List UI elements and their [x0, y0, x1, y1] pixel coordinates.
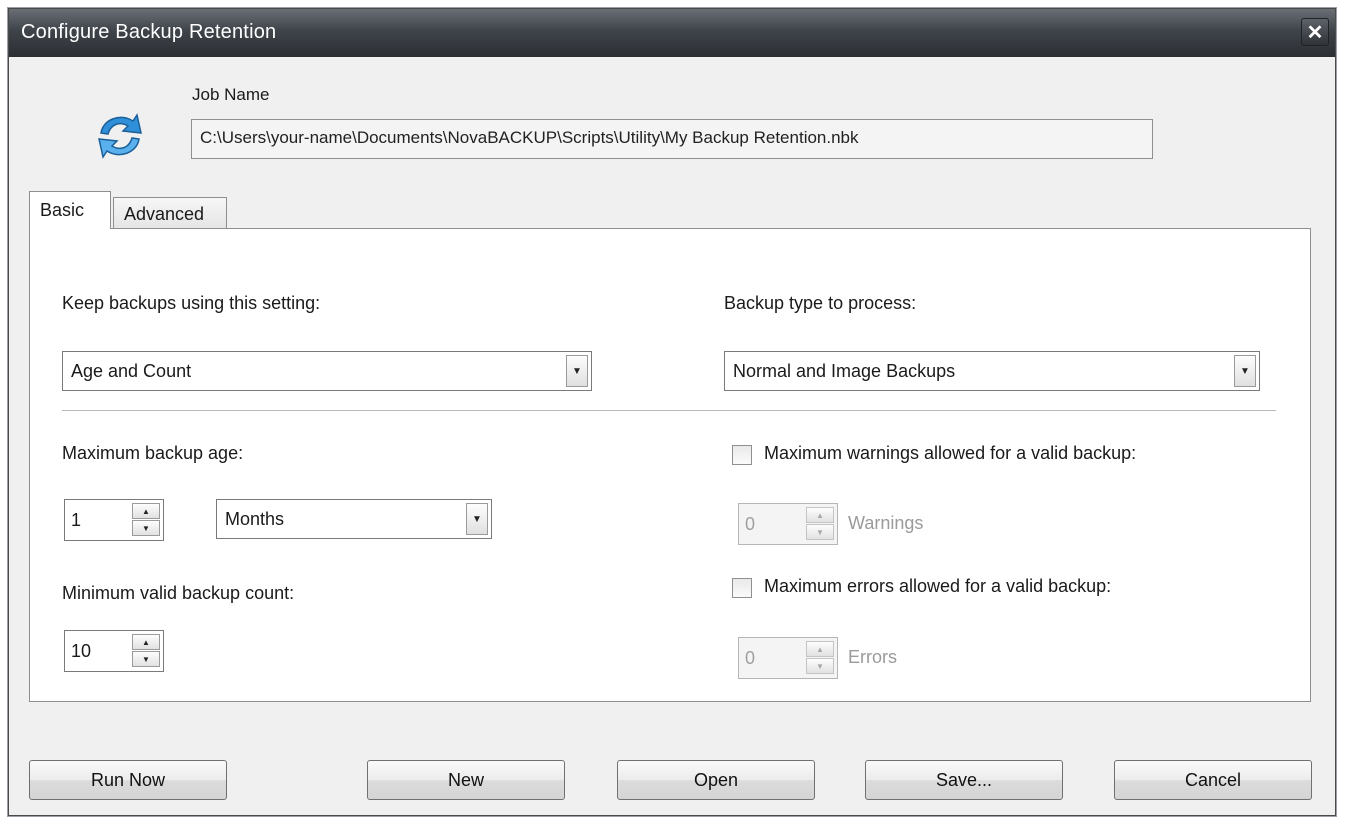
- basic-tab-panel: Keep backups using this setting: Age and…: [29, 228, 1311, 702]
- tab-basic[interactable]: Basic: [29, 191, 111, 229]
- warnings-unit-label: Warnings: [848, 513, 924, 533]
- max-errors-label: Maximum errors allowed for a valid backu…: [764, 576, 1112, 596]
- spin-down-icon[interactable]: ▼: [806, 658, 834, 674]
- window-title: Configure Backup Retention: [21, 21, 277, 43]
- chevron-down-icon[interactable]: ▼: [566, 355, 588, 387]
- title-bar[interactable]: Configure Backup Retention ✕: [9, 9, 1335, 58]
- spin-down-icon[interactable]: ▼: [806, 524, 834, 540]
- max-age-stepper[interactable]: 1 ▲ ▼: [64, 499, 164, 541]
- warnings-stepper[interactable]: 0 ▲ ▼: [738, 503, 838, 545]
- backup-type-label: Backup type to process:: [724, 293, 917, 313]
- dialog-body: Job Name C:\Users\your-name\Documents\No…: [9, 57, 1335, 815]
- spin-up-icon[interactable]: ▲: [132, 503, 160, 519]
- min-count-value: 10: [71, 641, 92, 661]
- keep-setting-value: Age and Count: [71, 360, 192, 381]
- job-name-field[interactable]: C:\Users\your-name\Documents\NovaBACKUP\…: [191, 119, 1153, 159]
- warnings-value: 0: [745, 514, 756, 534]
- spin-down-icon[interactable]: ▼: [132, 520, 160, 536]
- refresh-arrows-icon: [98, 113, 142, 159]
- max-age-value: 1: [71, 510, 82, 530]
- run-now-button[interactable]: Run Now: [29, 760, 227, 800]
- max-errors-checkbox[interactable]: [732, 578, 752, 598]
- tab-advanced[interactable]: Advanced: [113, 197, 227, 231]
- max-age-label: Maximum backup age:: [62, 443, 244, 463]
- spin-up-icon[interactable]: ▲: [132, 634, 160, 650]
- max-warnings-label: Maximum warnings allowed for a valid bac…: [764, 443, 1137, 463]
- close-icon: ✕: [1306, 21, 1324, 44]
- min-count-label: Minimum valid backup count:: [62, 583, 295, 603]
- max-age-unit-value: Months: [225, 508, 285, 529]
- backup-type-value: Normal and Image Backups: [733, 360, 956, 381]
- spin-down-icon[interactable]: ▼: [132, 651, 160, 667]
- errors-stepper[interactable]: 0 ▲ ▼: [738, 637, 838, 679]
- keep-setting-label: Keep backups using this setting:: [62, 293, 321, 313]
- keep-setting-select[interactable]: Age and Count ▼: [62, 351, 592, 391]
- new-button[interactable]: New: [367, 760, 565, 800]
- section-divider: [62, 410, 1276, 411]
- max-warnings-checkbox[interactable]: [732, 445, 752, 465]
- open-button[interactable]: Open: [617, 760, 815, 800]
- max-age-unit-select[interactable]: Months ▼: [216, 499, 492, 539]
- save-button[interactable]: Save...: [865, 760, 1063, 800]
- chevron-down-icon[interactable]: ▼: [1234, 355, 1256, 387]
- errors-unit-label: Errors: [848, 647, 897, 667]
- close-button[interactable]: ✕: [1301, 18, 1329, 46]
- spin-up-icon[interactable]: ▲: [806, 641, 834, 657]
- min-count-stepper[interactable]: 10 ▲ ▼: [64, 630, 164, 672]
- spin-up-icon[interactable]: ▲: [806, 507, 834, 523]
- job-name-label: Job Name: [192, 85, 270, 104]
- cancel-button[interactable]: Cancel: [1114, 760, 1312, 800]
- dialog-window: Configure Backup Retention ✕ Job Name C:…: [8, 8, 1336, 816]
- errors-value: 0: [745, 648, 756, 668]
- chevron-down-icon[interactable]: ▼: [466, 503, 488, 535]
- backup-type-select[interactable]: Normal and Image Backups ▼: [724, 351, 1260, 391]
